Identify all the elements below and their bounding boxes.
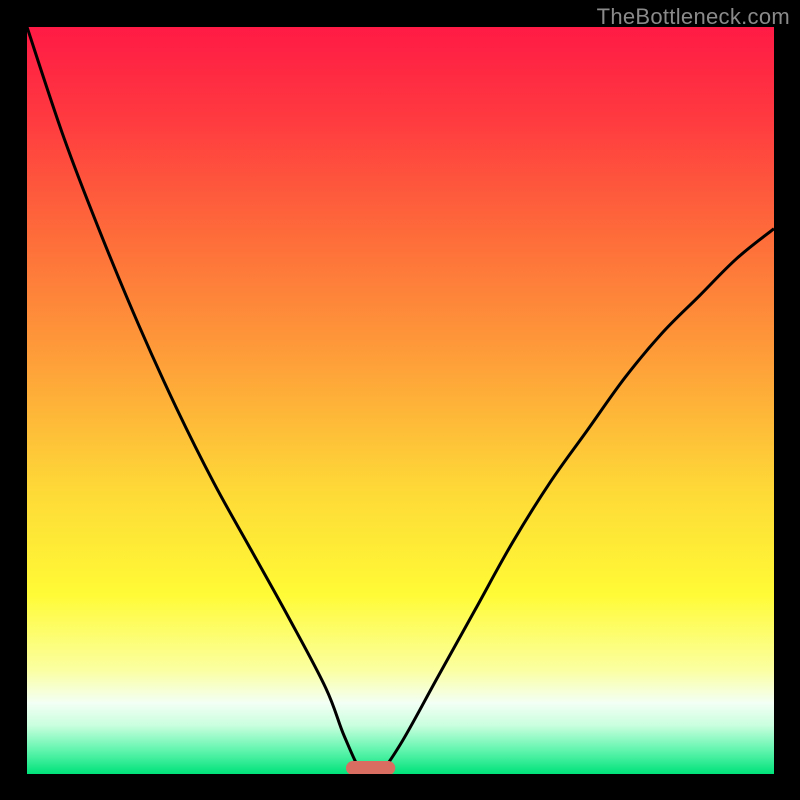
plot-area xyxy=(27,27,774,774)
optimum-marker xyxy=(346,761,395,774)
chart-container: TheBottleneck.com xyxy=(0,0,800,800)
gradient-background xyxy=(27,27,774,774)
chart-svg xyxy=(27,27,774,774)
